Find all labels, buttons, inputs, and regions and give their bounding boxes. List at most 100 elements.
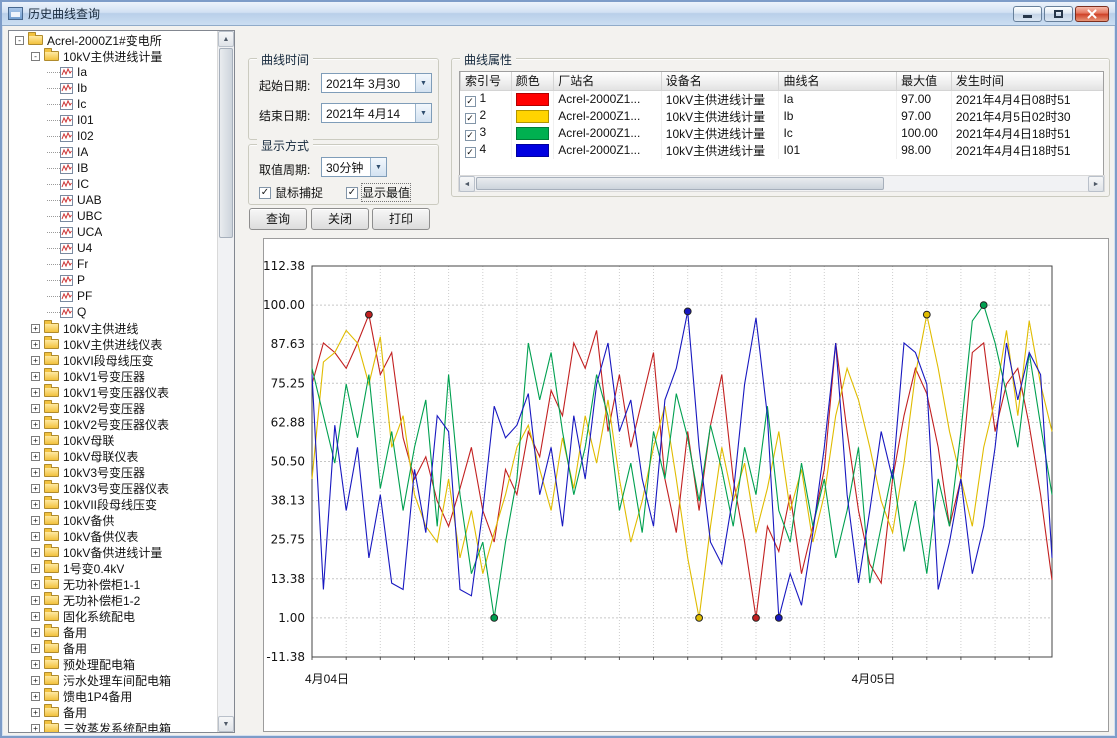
tree-item-folder[interactable]: +备用 <box>9 704 217 720</box>
tree-item-folder[interactable]: +10kV2号变压器 <box>9 400 217 416</box>
tree-item-folder[interactable]: +1号变0.4kV <box>9 560 217 576</box>
table-column-header[interactable]: 发生时间 <box>951 72 1103 90</box>
tree-item-folder[interactable]: +10kV2号变压器仪表 <box>9 416 217 432</box>
tree-expander-icon[interactable]: + <box>31 436 40 445</box>
tree-expander-icon[interactable]: + <box>31 532 40 541</box>
curve-table-row[interactable]: ✓4Acrel-2000Z1...10kV主供进线计量I0198.002021年… <box>461 142 1104 159</box>
tree-item-folder[interactable]: +10kV母联仪表 <box>9 448 217 464</box>
tree-expander-icon[interactable]: + <box>31 516 40 525</box>
tree-item-folder[interactable]: +馈电1P4备用 <box>9 688 217 704</box>
tree-item-folder[interactable]: +10kV备供仪表 <box>9 528 217 544</box>
tree-item-curve[interactable]: P <box>9 272 217 288</box>
curve-table-hscrollbar[interactable]: ◄ ► <box>458 175 1105 192</box>
tree-item-folder[interactable]: +10kV备供进线计量 <box>9 544 217 560</box>
curve-table-scrollbar-thumb[interactable] <box>476 177 884 190</box>
tree-item-curve[interactable]: UBC <box>9 208 217 224</box>
tree-item-folder[interactable]: +10kVI段母线压变 <box>9 352 217 368</box>
tree-expander-icon[interactable]: + <box>31 340 40 349</box>
tree-item-folder[interactable]: +10kV1号变压器 <box>9 368 217 384</box>
tree-expander-icon[interactable]: + <box>31 468 40 477</box>
tree-expander-icon[interactable]: - <box>31 52 40 61</box>
tree-item-folder[interactable]: +三效蒸发系统配电箱 <box>9 720 217 732</box>
tree-expander-icon[interactable]: + <box>31 404 40 413</box>
tree-expander-icon[interactable]: + <box>31 708 40 717</box>
tree-expander-icon[interactable]: + <box>31 372 40 381</box>
tree-expander-icon[interactable]: + <box>31 660 40 669</box>
tree-expander-icon[interactable]: - <box>15 36 24 45</box>
tree-item-folder[interactable]: +10kV3号变压器仪表 <box>9 480 217 496</box>
tree-expander-icon[interactable]: + <box>31 644 40 653</box>
tree-item-folder[interactable]: +固化系统配电 <box>9 608 217 624</box>
tree-item-folder[interactable]: +10kV3号变压器 <box>9 464 217 480</box>
table-column-header[interactable]: 颜色 <box>511 72 554 90</box>
tree-expander-icon[interactable]: + <box>31 596 40 605</box>
start-date-combo[interactable]: 2021年 3月30 ▼ <box>321 73 432 93</box>
table-column-header[interactable]: 索引号 <box>461 72 512 90</box>
tree-item-curve[interactable]: I02 <box>9 128 217 144</box>
tree-expander-icon[interactable]: + <box>31 548 40 557</box>
period-combo[interactable]: 30分钟 ▼ <box>321 157 387 177</box>
query-button[interactable]: 查询 <box>249 208 307 230</box>
tree-item-folder[interactable]: +污水处理车间配电箱 <box>9 672 217 688</box>
tree-expander-icon[interactable]: + <box>31 676 40 685</box>
tree-item-curve[interactable]: IA <box>9 144 217 160</box>
tree-expander-icon[interactable]: + <box>31 628 40 637</box>
scroll-left-button[interactable]: ◄ <box>459 176 475 192</box>
tree-expander-icon[interactable]: + <box>31 692 40 701</box>
tree-item-folder[interactable]: +无功补偿柜1-1 <box>9 576 217 592</box>
print-button[interactable]: 打印 <box>372 208 430 230</box>
table-column-header[interactable]: 厂站名 <box>554 72 662 90</box>
tree-item-folder[interactable]: +10kV主供进线仪表 <box>9 336 217 352</box>
tree-item-curve[interactable]: Q <box>9 304 217 320</box>
table-column-header[interactable]: 最大值 <box>897 72 952 90</box>
tree-scrollbar-thumb[interactable] <box>219 48 233 238</box>
tree-item-folder[interactable]: +无功补偿柜1-2 <box>9 592 217 608</box>
tree-item-curve[interactable]: Ia <box>9 64 217 80</box>
tree-item-folder[interactable]: +10kV母联 <box>9 432 217 448</box>
tree-item-curve[interactable]: IB <box>9 160 217 176</box>
tree-item-curve[interactable]: Ic <box>9 96 217 112</box>
row-checkbox[interactable]: ✓ <box>465 113 476 124</box>
scroll-up-button[interactable]: ▲ <box>218 31 234 47</box>
table-column-header[interactable]: 曲线名 <box>779 72 897 90</box>
tree-item-measure-group[interactable]: -10kV主供进线计量 <box>9 48 217 64</box>
show-extremes-checkbox[interactable]: ✓ 显示最值 <box>346 184 410 201</box>
period-dropdown-icon[interactable]: ▼ <box>370 158 386 176</box>
tree-item-curve[interactable]: PF <box>9 288 217 304</box>
tree-expander-icon[interactable]: + <box>31 356 40 365</box>
tree-item-folder[interactable]: +备用 <box>9 640 217 656</box>
tree-expander-icon[interactable]: + <box>31 484 40 493</box>
tree-item-curve[interactable]: UCA <box>9 224 217 240</box>
tree-expander-icon[interactable]: + <box>31 420 40 429</box>
scroll-down-button[interactable]: ▼ <box>218 716 234 732</box>
close-dialog-button[interactable]: 关闭 <box>311 208 369 230</box>
tree-item-curve[interactable]: UAB <box>9 192 217 208</box>
minimize-button[interactable] <box>1013 6 1042 22</box>
tree-item-folder[interactable]: +10kV备供 <box>9 512 217 528</box>
tree-item-curve[interactable]: Fr <box>9 256 217 272</box>
row-checkbox[interactable]: ✓ <box>465 96 476 107</box>
tree-item-curve[interactable]: Ib <box>9 80 217 96</box>
table-column-header[interactable]: 设备名 <box>661 72 779 90</box>
tree-expander-icon[interactable]: + <box>31 580 40 589</box>
tree-item-folder[interactable]: +备用 <box>9 624 217 640</box>
tree-item-curve[interactable]: U4 <box>9 240 217 256</box>
scroll-right-button[interactable]: ► <box>1088 176 1104 192</box>
tree-item-curve[interactable]: I01 <box>9 112 217 128</box>
mouse-capture-checkbox[interactable]: ✓ 鼠标捕捉 <box>259 184 323 201</box>
tree-expander-icon[interactable]: + <box>31 452 40 461</box>
tree-expander-icon[interactable]: + <box>31 388 40 397</box>
start-date-dropdown-icon[interactable]: ▼ <box>415 74 431 92</box>
curve-table-row[interactable]: ✓1Acrel-2000Z1...10kV主供进线计量Ia97.002021年4… <box>461 90 1104 108</box>
tree-item-folder[interactable]: +10kV主供进线 <box>9 320 217 336</box>
tree-scrollbar[interactable]: ▲ ▼ <box>217 31 234 732</box>
end-date-dropdown-icon[interactable]: ▼ <box>415 104 431 122</box>
tree-item-curve[interactable]: IC <box>9 176 217 192</box>
tree-expander-icon[interactable]: + <box>31 612 40 621</box>
history-curve-chart[interactable]: 112.38100.0087.6375.2562.8850.5038.1325.… <box>264 239 1108 731</box>
tree-item-folder[interactable]: +预处理配电箱 <box>9 656 217 672</box>
tree-expander-icon[interactable]: + <box>31 724 40 733</box>
tree-item-folder[interactable]: +10kVII段母线压变 <box>9 496 217 512</box>
row-checkbox[interactable]: ✓ <box>465 130 476 141</box>
row-checkbox[interactable]: ✓ <box>465 147 476 158</box>
